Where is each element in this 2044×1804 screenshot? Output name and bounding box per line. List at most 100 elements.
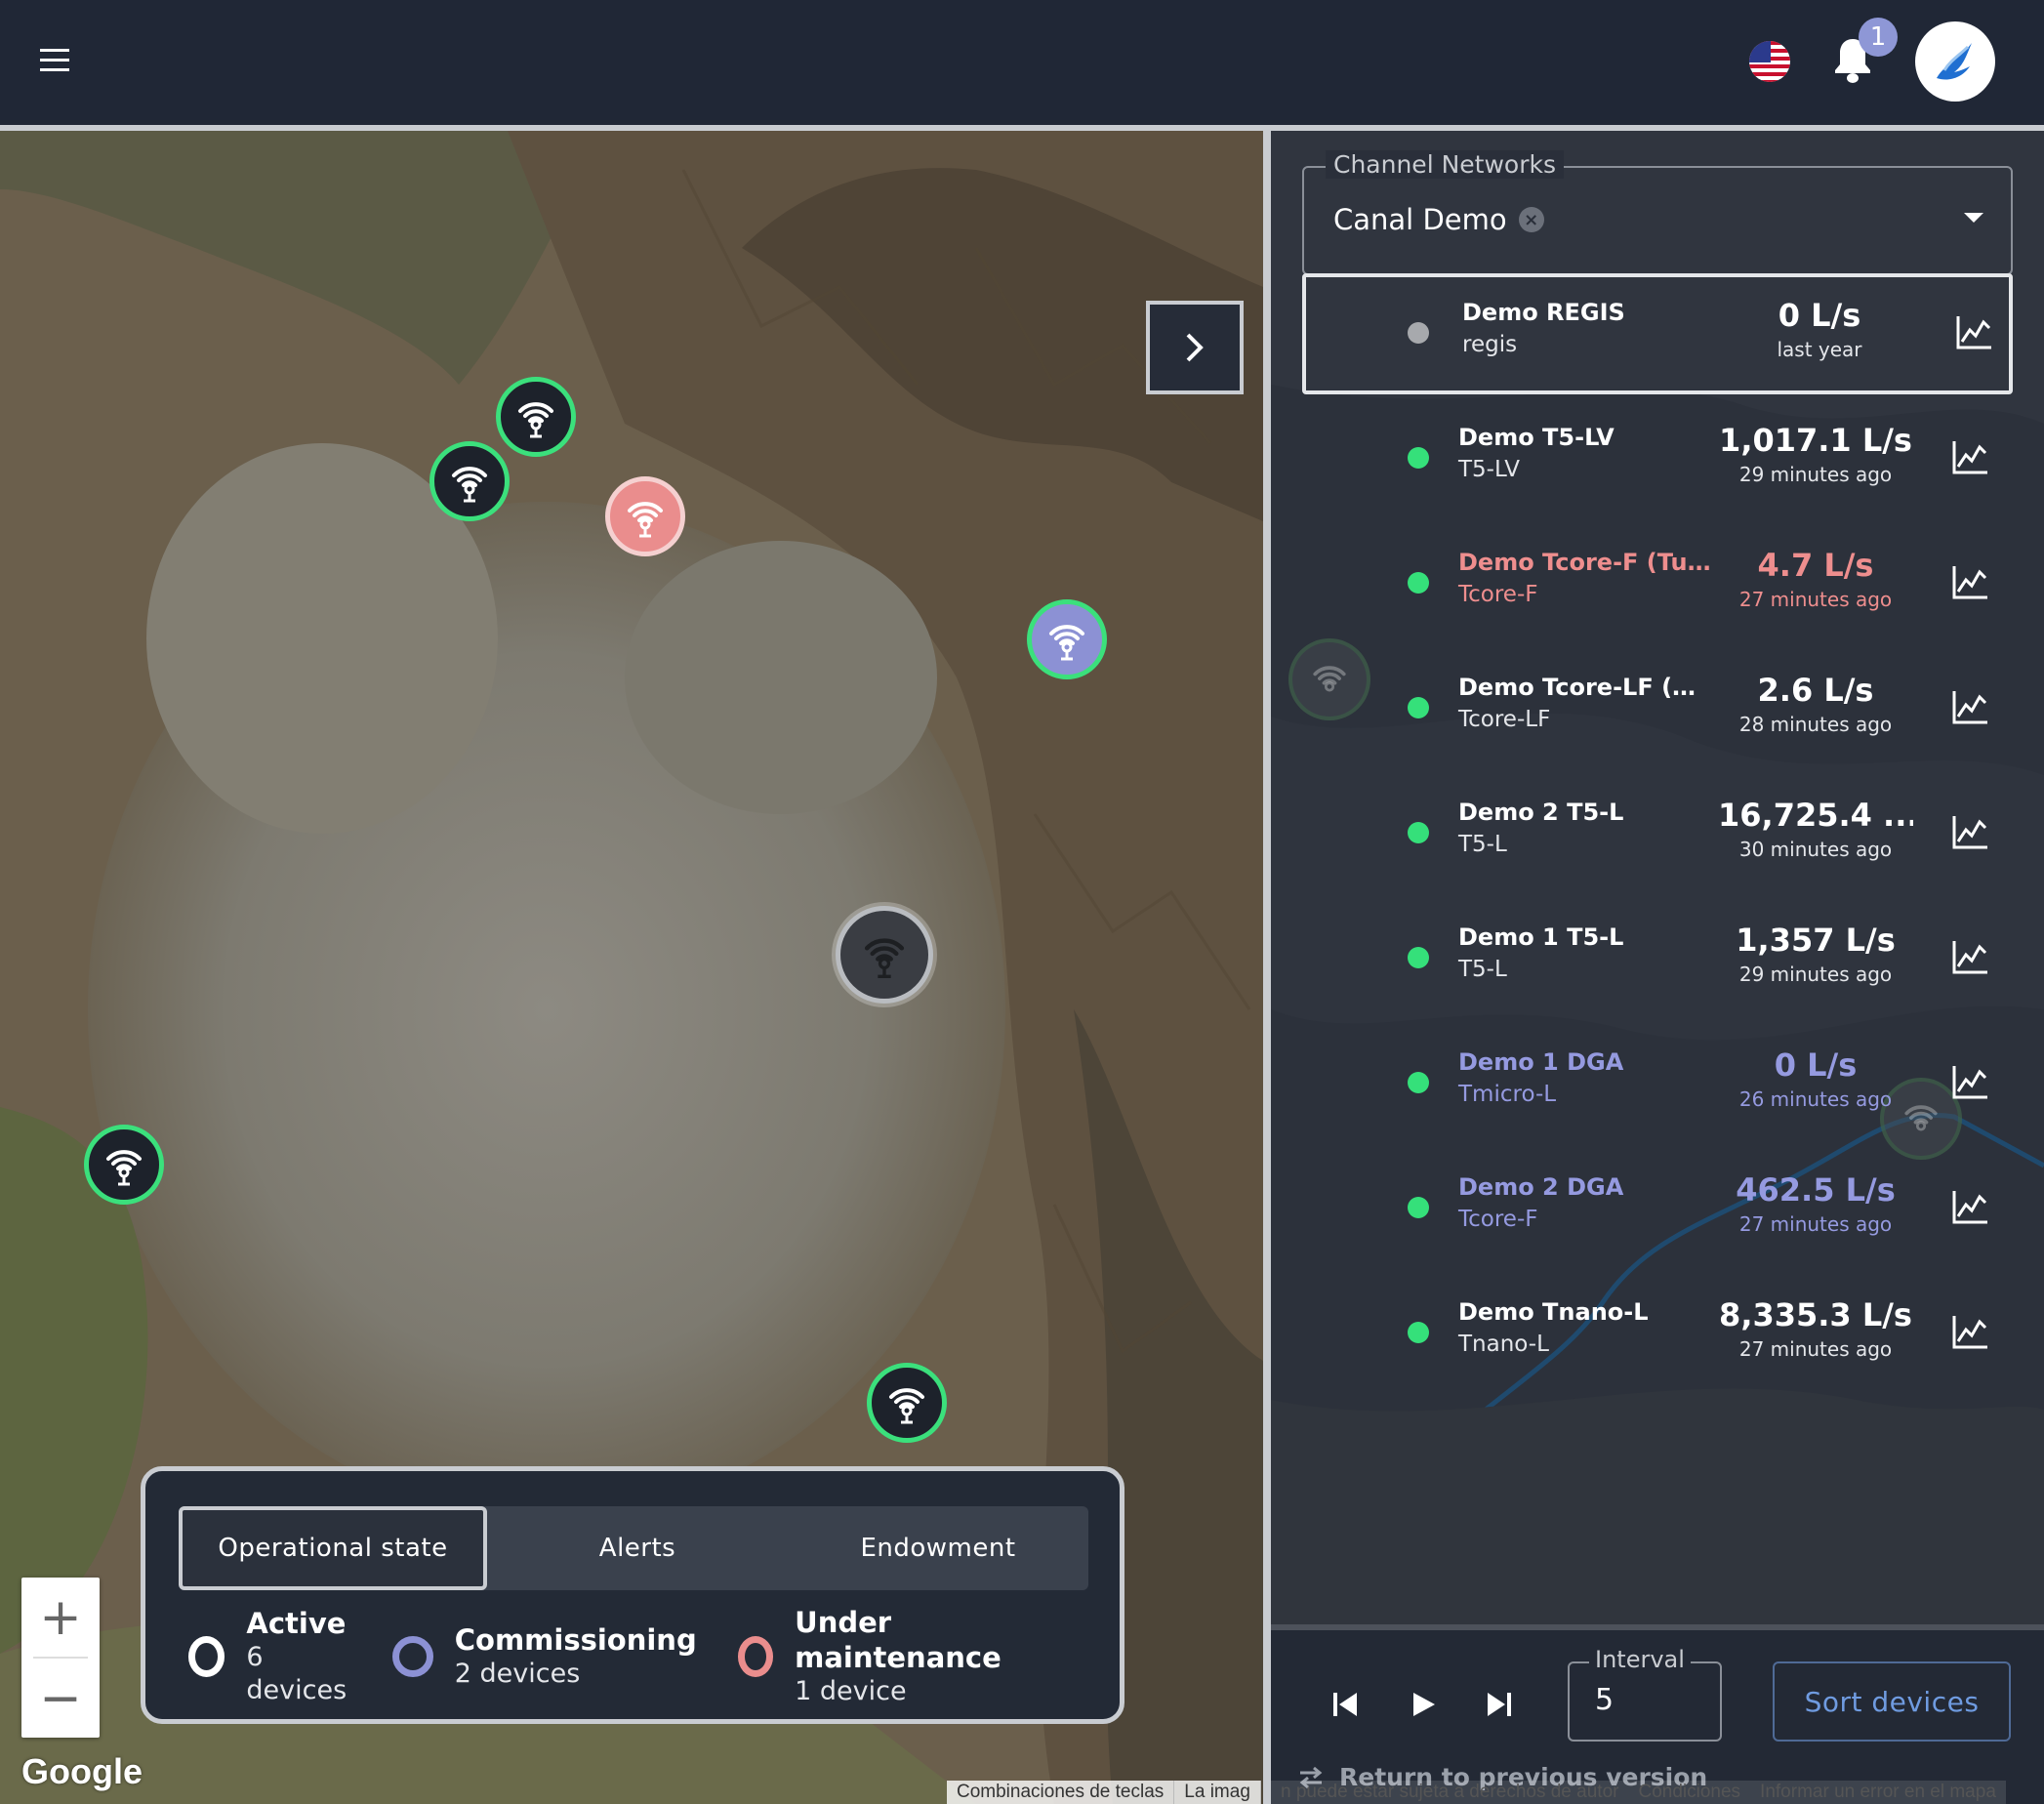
device-row[interactable]: Demo T5-LV T5-LV 1,017.1 L/s 29 minutes … [1302,398,2013,519]
legend-card: Operational state Alerts Endowment Activ… [141,1466,1124,1724]
device-name: Demo 1 DGA [1458,1048,1624,1076]
notification-badge: 1 [1859,18,1898,57]
report-error-link[interactable]: Informar un error en el mapa [1750,1781,2006,1804]
panel-divider [1263,131,1271,1804]
status-dot [1408,447,1429,469]
device-code: Tmicro-L [1458,1082,1557,1107]
interval-value: 5 [1595,1683,1615,1717]
imagery-notice: La imag [1174,1781,1261,1804]
bird-logo-icon [1937,43,1972,80]
device-value: 462.5 L/s [1736,1171,1896,1209]
channel-network-select[interactable]: Channel Networks Canal Demo × [1302,150,2013,275]
device-code: Tcore-F [1458,1207,1538,1232]
device-time: 30 minutes ago [1738,838,1893,861]
status-dot [1408,947,1429,968]
device-marker-active[interactable] [867,1363,947,1443]
antenna-icon [864,938,905,978]
status-dot [1408,697,1429,718]
map-attribution: Combinaciones de teclas La imag [947,1781,1261,1804]
status-dot [1408,1072,1429,1093]
device-name: Demo Tcore-F (Tub... [1458,549,1712,576]
legend-count: 1 device [795,1676,907,1706]
line-chart-icon[interactable] [1950,1187,1989,1226]
device-row[interactable]: Demo Tcore-F (Tub... Tcore-F 4.7 L/s 27 … [1302,523,2013,644]
device-marker-commissioning[interactable] [1027,599,1107,679]
status-dot [1408,1197,1429,1218]
antenna-icon [889,1388,924,1424]
antenna-icon [628,502,663,538]
device-time: 27 minutes ago [1738,1212,1893,1236]
device-row[interactable]: Demo Tnano-L Tnano-L 8,335.3 L/s 27 minu… [1302,1273,2013,1394]
panel-map-attribution: n puede estar sujeta a derechos de autor… [1271,1781,2044,1804]
legend-item-commissioning: Commissioning 2 devices [391,1618,697,1696]
device-code: T5-LV [1458,457,1521,482]
line-chart-icon[interactable] [1950,687,1989,726]
device-time: last year [1777,338,1862,361]
play-icon[interactable] [1402,1683,1445,1726]
antenna-icon [518,402,553,438]
tab-operational-state[interactable]: Operational state [179,1506,487,1590]
hamburger-menu-icon[interactable] [35,41,74,80]
line-chart-icon[interactable] [1954,312,1993,351]
clear-chip-icon[interactable]: × [1518,207,1544,232]
dropdown-caret-icon[interactable] [1964,213,1983,223]
device-value: 1,357 L/s [1736,922,1896,959]
copyright-notice: n puede estar sujeta a derechos de autor [1271,1781,1629,1804]
line-chart-icon[interactable] [1950,1062,1989,1101]
ring-icon [188,1636,225,1677]
top-bar: 1 [0,0,2044,125]
device-time: 27 minutes ago [1738,588,1893,611]
line-chart-icon[interactable] [1950,812,1989,851]
device-row[interactable]: Demo 1 DGA Tmicro-L 0 L/s 26 minutes ago [1302,1023,2013,1144]
line-chart-icon[interactable] [1950,1312,1989,1351]
status-dot [1408,822,1429,843]
device-value: 0 L/s [1774,1046,1858,1084]
sort-devices-button[interactable]: Sort devices [1773,1661,2011,1742]
keyboard-shortcuts-link[interactable]: Combinaciones de teclas [947,1781,1175,1804]
terms-link[interactable]: Condiciones [1628,1781,1751,1804]
expand-panel-button[interactable] [1146,301,1244,394]
tab-alerts[interactable]: Alerts [487,1506,788,1590]
device-code: T5-L [1458,832,1507,857]
us-flag-icon[interactable] [1749,41,1790,82]
device-panel: Channel Networks Canal Demo × Demo REGIS… [1271,131,2044,1804]
device-name: Demo Tcore-LF (Po... [1458,674,1712,701]
device-code: Tcore-LF [1458,707,1551,732]
legend-title: Active [246,1607,347,1640]
interval-input[interactable]: Interval 5 [1568,1646,1722,1742]
device-name: Demo T5-LV [1458,424,1615,451]
legend-item-active: Active 6 devices [188,1607,351,1705]
device-row[interactable]: Demo 2 DGA Tcore-F 462.5 L/s 27 minutes … [1302,1148,2013,1269]
channel-value: Canal Demo [1333,203,1507,236]
device-code: Tnano-L [1458,1332,1549,1357]
device-value: 0 L/s [1778,297,1861,334]
line-chart-icon[interactable] [1950,937,1989,976]
device-row[interactable]: Demo 1 T5-L T5-L 1,357 L/s 29 minutes ag… [1302,898,2013,1019]
device-name: Demo 1 T5-L [1458,923,1624,951]
avatar[interactable] [1915,21,1995,102]
device-marker-inactive[interactable] [836,906,933,1004]
status-dot [1408,572,1429,594]
device-marker-active[interactable] [84,1125,164,1205]
line-chart-icon[interactable] [1950,437,1989,476]
zoom-out-button[interactable]: − [21,1659,100,1738]
channel-chip: Canal Demo × [1333,203,1544,236]
skip-next-icon[interactable] [1478,1683,1521,1726]
map-view[interactable]: Operational state Alerts Endowment Activ… [0,131,1263,1804]
legend-count: 2 devices [454,1659,581,1689]
device-marker-maintenance[interactable] [605,476,685,556]
skip-previous-icon[interactable] [1324,1683,1367,1726]
line-chart-icon[interactable] [1950,562,1989,601]
tab-endowment[interactable]: Endowment [788,1506,1088,1590]
device-row[interactable]: Demo 2 T5-L T5-L 16,725.4 ... 30 minutes… [1302,773,2013,894]
device-marker-active[interactable] [429,441,510,521]
device-time: 28 minutes ago [1738,713,1893,736]
device-row[interactable]: Demo Tcore-LF (Po... Tcore-LF 2.6 L/s 28… [1302,648,2013,769]
device-row-selected[interactable]: Demo REGIS regis 0 L/s last year [1302,273,2013,394]
device-value: 16,725.4 ... [1718,797,1913,834]
device-marker-active[interactable] [496,377,576,457]
device-time: 29 minutes ago [1738,963,1893,986]
device-name: Demo REGIS [1462,299,1625,326]
zoom-in-button[interactable]: + [21,1578,100,1657]
device-name: Demo 2 T5-L [1458,799,1624,826]
